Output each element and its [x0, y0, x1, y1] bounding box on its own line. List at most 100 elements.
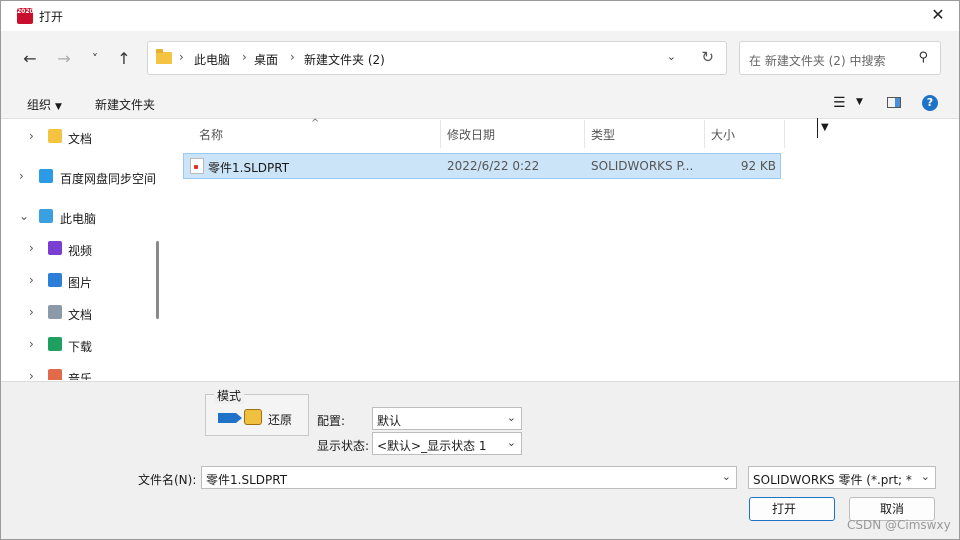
- computer-icon: [39, 209, 53, 223]
- breadcrumb-this-pc[interactable]: 此电脑: [194, 51, 230, 68]
- arrow-right-icon[interactable]: [218, 413, 242, 423]
- open-button-label: 打开: [771, 502, 796, 516]
- filename-input[interactable]: 零件1.SLDPRT ⌄: [201, 466, 737, 489]
- sidebar-item-4[interactable]: › 图片: [1, 269, 151, 293]
- sidebar-item-label: 文档: [68, 308, 93, 322]
- sidebar-item-label: 图片: [68, 276, 93, 290]
- app-icon-text: 2020: [17, 8, 33, 15]
- address-bar[interactable]: › 此电脑 › 桌面 › 新建文件夹 (2) ⌄ ↻: [147, 41, 727, 75]
- column-size-label: 大小: [711, 128, 736, 142]
- baidu-netdisk-icon: [39, 169, 53, 183]
- column-header-size[interactable]: 大小: [705, 120, 785, 148]
- sidebar-item-label: 文档: [68, 132, 93, 146]
- chevron-down-icon: ⌄: [506, 436, 516, 449]
- column-date-label: 修改日期: [447, 128, 496, 142]
- hand-icon[interactable]: [244, 409, 262, 425]
- sidebar-item-5[interactable]: › 文档: [1, 301, 151, 325]
- breadcrumb-new-folder[interactable]: 新建文件夹 (2): [304, 51, 385, 68]
- solidworks-app-icon: 2020: [17, 8, 33, 24]
- music-icon: [48, 369, 62, 380]
- navigation-bar: ← → ˅ ↑ › 此电脑 › 桌面 › 新建文件夹 (2) ⌄ ↻ 在 新建文…: [1, 31, 959, 87]
- file-date: 2022/6/22 0:22: [447, 159, 540, 173]
- sidebar-item-label: 百度网盘同步空间: [60, 172, 157, 186]
- chevron-right-icon[interactable]: ›: [29, 369, 34, 380]
- new-folder-button[interactable]: 新建文件夹: [95, 96, 155, 113]
- up-button[interactable]: ↑: [114, 49, 134, 69]
- open-split-caret-icon[interactable]: ▼: [821, 122, 829, 133]
- forward-button[interactable]: →: [54, 49, 74, 69]
- file-type-filter-value: SOLIDWORKS 零件 (*.prt; *: [753, 473, 912, 487]
- breadcrumb-separator: ›: [242, 50, 247, 64]
- column-header-name[interactable]: 名称: [193, 120, 441, 148]
- sidebar-item-2[interactable]: ⌄ 此电脑: [1, 205, 151, 229]
- display-state-select[interactable]: <默认>_显示状态 1 ⌄: [372, 432, 522, 455]
- file-row[interactable]: 零件1.SLDPRT 2022/6/22 0:22 SOLIDWORKS P..…: [183, 153, 781, 179]
- chevron-down-icon: ⌄: [506, 411, 516, 424]
- sidebar-item-label: 音乐: [68, 372, 93, 380]
- mode-group: 模式 还原: [205, 387, 309, 436]
- breadcrumb-separator: ›: [290, 50, 295, 64]
- sidebar-item-label: 此电脑: [60, 212, 97, 226]
- mode-resolve-label[interactable]: 还原: [268, 411, 292, 428]
- download-icon: [48, 337, 62, 351]
- address-dropdown-icon[interactable]: ⌄: [667, 50, 676, 63]
- split-button-divider: [817, 118, 818, 138]
- chevron-right-icon[interactable]: ›: [29, 273, 34, 287]
- view-options-icon[interactable]: ☰: [833, 95, 846, 111]
- caret-down-icon[interactable]: ▼: [856, 97, 863, 107]
- window-title: 打开: [39, 10, 64, 24]
- recent-locations-button[interactable]: ˅: [85, 49, 105, 69]
- sidebar-item-6[interactable]: › 下载: [1, 333, 151, 357]
- filename-value: 零件1.SLDPRT: [206, 473, 288, 487]
- caret-down-icon: ▼: [55, 102, 62, 112]
- column-header-type[interactable]: 类型: [585, 120, 705, 148]
- title-bar: 2020 打开 ✕: [1, 1, 959, 31]
- file-type: SOLIDWORKS P...: [591, 159, 694, 173]
- sidebar-scrollbar[interactable]: [156, 241, 159, 319]
- breadcrumb-desktop[interactable]: 桌面: [254, 51, 278, 68]
- refresh-icon[interactable]: ↻: [701, 48, 714, 66]
- video-icon: [48, 241, 62, 255]
- file-size: 92 KB: [740, 159, 776, 173]
- chevron-down-icon[interactable]: ⌄: [722, 470, 731, 483]
- display-state-label: 显示状态:: [317, 439, 370, 453]
- chevron-right-icon[interactable]: ›: [29, 129, 34, 143]
- sldprt-file-icon: [190, 158, 204, 174]
- sidebar-item-1[interactable]: › 百度网盘同步空间: [1, 165, 156, 189]
- display-state-value: <默认>_显示状态 1: [377, 439, 487, 453]
- chevron-down-icon[interactable]: ⌄: [19, 209, 29, 223]
- chevron-right-icon[interactable]: ›: [29, 241, 34, 255]
- picture-icon: [48, 273, 62, 287]
- sidebar-item-0[interactable]: › 文档: [1, 125, 151, 149]
- chevron-right-icon[interactable]: ›: [29, 337, 34, 351]
- open-button[interactable]: 打开: [749, 497, 835, 521]
- document-icon: [48, 305, 62, 319]
- organize-label: 组织: [27, 98, 52, 112]
- column-name-label: 名称: [199, 128, 224, 142]
- column-header-date[interactable]: 修改日期: [441, 120, 585, 148]
- sidebar-item-label: 视频: [68, 244, 93, 258]
- close-button[interactable]: ✕: [929, 6, 947, 24]
- back-button[interactable]: ←: [20, 49, 40, 69]
- search-input[interactable]: 在 新建文件夹 (2) 中搜索: [749, 52, 885, 69]
- chevron-right-icon[interactable]: ›: [29, 305, 34, 319]
- sidebar-item-7[interactable]: › 音乐: [1, 365, 151, 380]
- search-box[interactable]: 在 新建文件夹 (2) 中搜索 ⚲: [739, 41, 941, 75]
- config-select[interactable]: 默认 ⌄: [372, 407, 522, 430]
- navigation-pane: › 文档 › 百度网盘同步空间 ⌄ 此电脑 › 视频 › 图片 › 文档 › 下载 › 音乐: [1, 120, 161, 380]
- help-icon[interactable]: ?: [922, 95, 938, 111]
- chevron-right-icon[interactable]: ›: [19, 169, 24, 183]
- sidebar-item-label: 下载: [68, 340, 93, 354]
- config-value: 默认: [377, 414, 402, 428]
- breadcrumb-separator: ›: [179, 50, 184, 64]
- filename-label: 文件名(N):: [138, 473, 197, 487]
- file-type-filter[interactable]: SOLIDWORKS 零件 (*.prt; * ⌄: [748, 466, 936, 489]
- preview-pane-icon[interactable]: [887, 97, 901, 108]
- file-name: 零件1.SLDPRT: [208, 161, 290, 175]
- organize-button[interactable]: 组织 ▼: [27, 96, 62, 113]
- file-list: ^ 名称 修改日期 类型 大小 零件1.SLDPRT 2022/6/22 0:2…: [161, 118, 959, 380]
- chevron-down-icon: ⌄: [920, 470, 930, 483]
- search-icon[interactable]: ⚲: [918, 50, 928, 65]
- dialog-footer: 模式 还原 配置: 默认 ⌄ 显示状态: <默认>_显示状态 1 ⌄ 文件名(N…: [1, 381, 959, 539]
- sidebar-item-3[interactable]: › 视频: [1, 237, 151, 261]
